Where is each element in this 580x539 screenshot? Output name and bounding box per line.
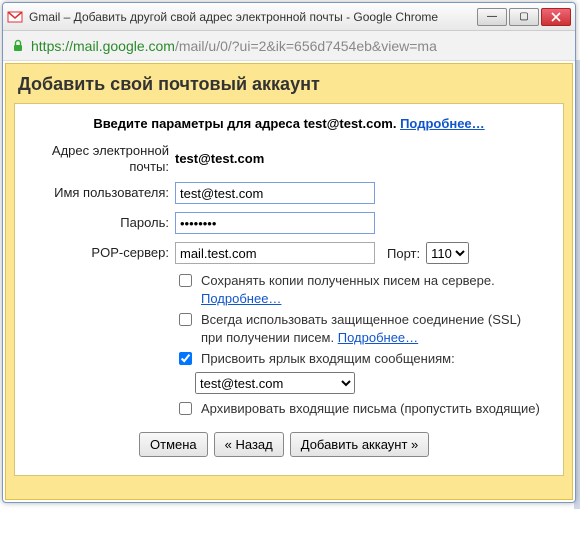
learn-more-link[interactable]: Подробнее…	[400, 116, 485, 131]
label-email: Адрес электронной почты:	[29, 143, 175, 174]
label-pop: POP-сервер:	[29, 245, 175, 261]
label-password: Пароль:	[29, 215, 175, 231]
pop-server-input[interactable]	[175, 242, 375, 264]
gmail-favicon	[7, 9, 23, 25]
row-label: Присвоить ярлык входящим сообщениям:	[175, 350, 549, 368]
back-button[interactable]: « Назад	[214, 432, 284, 457]
instruction-text: Введите параметры для адреса test@test.c…	[29, 114, 549, 143]
url-text: https://mail.google.com/mail/u/0/?ui=2&i…	[31, 38, 437, 54]
add-account-button[interactable]: Добавить аккаунт »	[290, 432, 430, 457]
row-keep-copy: Сохранять копии полученных писем на серв…	[175, 272, 549, 307]
ssl-checkbox[interactable]	[179, 313, 192, 326]
close-button[interactable]	[541, 8, 571, 26]
row-ssl: Всегда использовать защищенное соединени…	[175, 311, 549, 346]
dialog-content: Добавить свой почтовый аккаунт Введите п…	[5, 63, 573, 500]
window-title: Gmail – Добавить другой свой адрес элект…	[29, 10, 475, 24]
label-select[interactable]: test@test.com	[195, 372, 355, 394]
port-select[interactable]: 110	[426, 242, 469, 264]
archive-checkbox[interactable]	[179, 402, 192, 415]
maximize-button[interactable]: ▢	[509, 8, 539, 26]
window-controls: ― ▢	[475, 8, 571, 26]
keep-copy-checkbox[interactable]	[179, 274, 192, 287]
cancel-button[interactable]: Отмена	[139, 432, 208, 457]
ssl-learn-more-link[interactable]: Подробнее…	[338, 330, 418, 345]
label-port: Порт:	[387, 246, 420, 261]
label-checkbox[interactable]	[179, 352, 192, 365]
background-window-footer	[4, 509, 576, 539]
row-email: Адрес электронной почты: test@test.com	[29, 143, 549, 174]
url-path: /mail/u/0/?ui=2&ik=656d7454eb&view=ma	[175, 38, 437, 54]
row-username: Имя пользователя:	[29, 182, 549, 204]
button-row: Отмена « Назад Добавить аккаунт »	[139, 432, 549, 457]
email-static-value: test@test.com	[175, 151, 264, 166]
label-username: Имя пользователя:	[29, 185, 175, 201]
form-panel: Введите параметры для адреса test@test.c…	[14, 103, 564, 476]
address-bar[interactable]: https://mail.google.com/mail/u/0/?ui=2&i…	[3, 31, 575, 61]
lock-icon	[11, 39, 25, 53]
row-pop: POP-сервер: Порт: 110	[29, 242, 549, 264]
titlebar: Gmail – Добавить другой свой адрес элект…	[3, 3, 575, 31]
label-label: Присвоить ярлык входящим сообщениям:	[201, 351, 455, 366]
username-input[interactable]	[175, 182, 375, 204]
dialog-title: Добавить свой почтовый аккаунт	[6, 64, 572, 103]
archive-label: Архивировать входящие письма (пропустить…	[201, 401, 540, 416]
keep-copy-label: Сохранять копии полученных писем на серв…	[201, 273, 495, 288]
instruction-prefix: Введите параметры для адреса test@test.c…	[93, 116, 400, 131]
minimize-button[interactable]: ―	[477, 8, 507, 26]
password-input[interactable]	[175, 212, 375, 234]
row-archive: Архивировать входящие письма (пропустить…	[175, 400, 549, 418]
chrome-popup-window: Gmail – Добавить другой свой адрес элект…	[2, 2, 576, 503]
keep-copy-learn-more-link[interactable]: Подробнее…	[201, 291, 281, 306]
url-host: https://mail.google.com	[31, 38, 175, 54]
row-password: Пароль:	[29, 212, 549, 234]
